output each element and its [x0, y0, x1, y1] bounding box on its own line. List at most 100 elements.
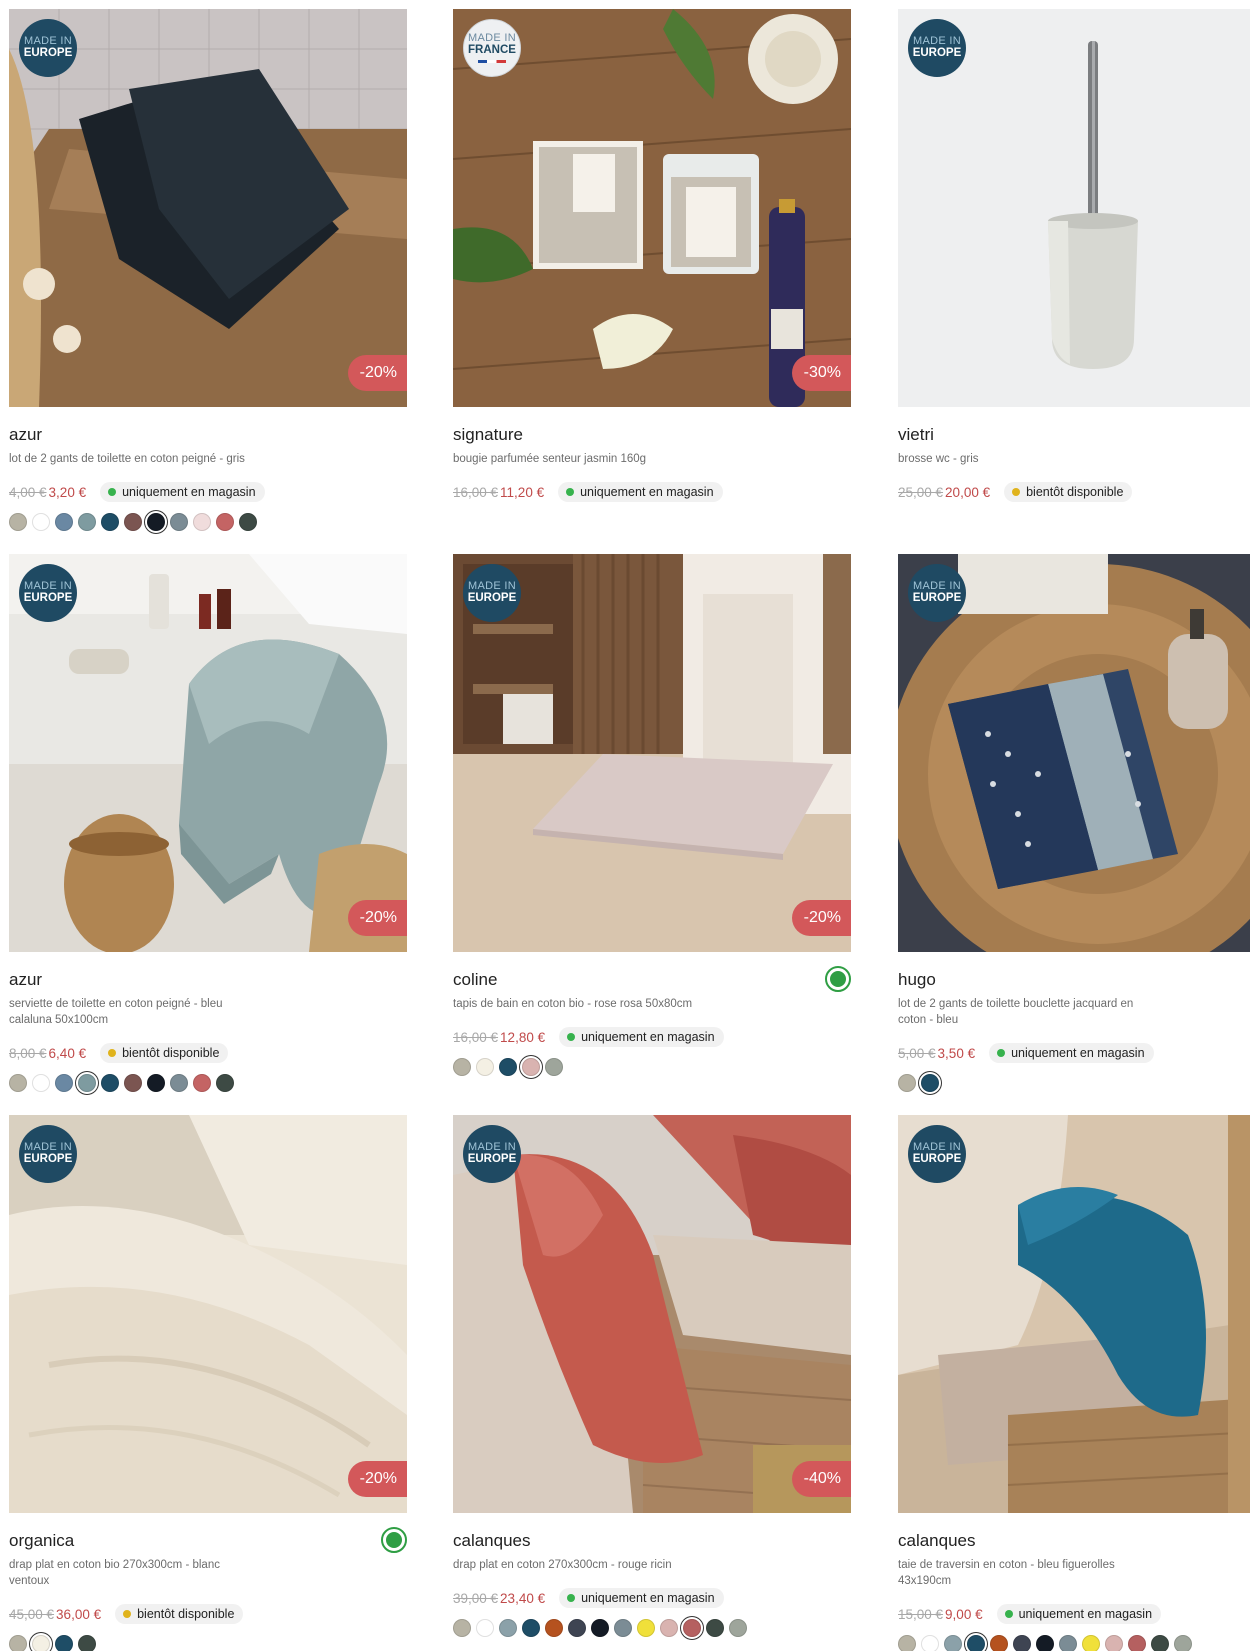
color-swatch[interactable]: [1128, 1635, 1146, 1651]
product-card[interactable]: MADE IN EUROPE -40% calanques drap plat en c…: [453, 1115, 851, 1639]
color-swatch[interactable]: [193, 1074, 211, 1092]
color-swatch[interactable]: [78, 513, 96, 531]
product-name[interactable]: coline: [453, 970, 851, 990]
color-swatch[interactable]: [453, 1619, 471, 1637]
availability-dot-icon: [1012, 488, 1021, 496]
color-swatch[interactable]: [9, 1074, 27, 1092]
color-swatch[interactable]: [1151, 1635, 1169, 1651]
color-swatch[interactable]: [32, 1074, 50, 1092]
color-swatch[interactable]: [476, 1619, 494, 1637]
color-swatch[interactable]: [453, 1058, 471, 1076]
color-swatch[interactable]: [1174, 1635, 1192, 1651]
color-swatch[interactable]: [216, 1074, 234, 1092]
color-swatch[interactable]: [55, 1635, 73, 1651]
price-line: 45,00 €36,00 € bientôt disponible: [9, 1603, 407, 1625]
color-swatch[interactable]: [239, 513, 257, 531]
color-swatch[interactable]: [499, 1619, 517, 1637]
product-card[interactable]: MADE IN EUROPE -20% azur serviette de toilet…: [9, 554, 407, 1094]
availability-label: uniquement en magasin: [1011, 1046, 1145, 1060]
color-swatch[interactable]: [55, 513, 73, 531]
product-name[interactable]: signature: [453, 425, 851, 445]
product-card[interactable]: MADE IN EUROPE vietri brosse wc - gris 25,00…: [898, 9, 1250, 503]
color-swatch[interactable]: [591, 1619, 609, 1637]
product-description: drap plat en coton 270x300cm - rouge ric…: [453, 1559, 672, 1571]
color-swatch[interactable]: [706, 1619, 724, 1637]
color-swatch[interactable]: [78, 1074, 96, 1092]
product-name[interactable]: azur: [9, 970, 407, 990]
color-swatch[interactable]: [1036, 1635, 1054, 1651]
color-swatch[interactable]: [193, 513, 211, 531]
color-swatch[interactable]: [1105, 1635, 1123, 1651]
availability-label: uniquement en magasin: [1018, 1607, 1153, 1621]
product-card[interactable]: MADE IN FRANCE -30% signature bougie parfumé…: [453, 9, 851, 503]
color-swatch[interactable]: [216, 513, 234, 531]
color-swatch[interactable]: [568, 1619, 586, 1637]
color-swatch[interactable]: [898, 1635, 916, 1651]
color-swatch[interactable]: [921, 1074, 939, 1092]
color-swatch[interactable]: [32, 1635, 50, 1651]
color-swatch[interactable]: [637, 1619, 655, 1637]
color-swatch[interactable]: [944, 1635, 962, 1651]
color-swatch[interactable]: [124, 1074, 142, 1092]
product-image[interactable]: MADE IN EUROPE -20%: [9, 554, 407, 952]
product-image[interactable]: MADE IN EUROPE -20%: [453, 554, 851, 952]
color-swatch[interactable]: [476, 1058, 494, 1076]
color-swatches: [9, 1633, 407, 1651]
product-image[interactable]: MADE IN EUROPE -20%: [9, 9, 407, 407]
old-price: 25,00 €: [898, 484, 944, 500]
color-swatch[interactable]: [101, 1074, 119, 1092]
product-image[interactable]: MADE IN FRANCE -30%: [453, 9, 851, 407]
color-swatch[interactable]: [170, 1074, 188, 1092]
product-image[interactable]: MADE IN EUROPE -40%: [453, 1115, 851, 1513]
product-name[interactable]: azur: [9, 425, 407, 445]
color-swatch[interactable]: [522, 1619, 540, 1637]
color-swatch[interactable]: [1082, 1635, 1100, 1651]
product-card[interactable]: MADE IN EUROPE -20% coline tapis de bain en …: [453, 554, 851, 1078]
color-swatch[interactable]: [921, 1635, 939, 1651]
product-image[interactable]: MADE IN EUROPE -20%: [9, 1115, 407, 1513]
color-swatch[interactable]: [9, 1635, 27, 1651]
product-card[interactable]: MADE IN EUROPE -20% azur lot de 2 gants de t…: [9, 9, 407, 533]
product-image[interactable]: MADE IN EUROPE: [898, 554, 1250, 952]
color-swatch[interactable]: [101, 513, 119, 531]
product-name[interactable]: calanques: [453, 1531, 851, 1551]
product-name[interactable]: hugo: [898, 970, 1250, 990]
color-swatch[interactable]: [522, 1058, 540, 1076]
color-swatch[interactable]: [990, 1635, 1008, 1651]
color-swatch[interactable]: [499, 1058, 517, 1076]
french-flag-icon: [478, 59, 506, 63]
color-swatch[interactable]: [32, 513, 50, 531]
availability-dot-icon: [108, 1049, 117, 1057]
color-swatch[interactable]: [683, 1619, 701, 1637]
color-swatch[interactable]: [147, 1074, 165, 1092]
color-swatch[interactable]: [729, 1619, 747, 1637]
color-swatch[interactable]: [1059, 1635, 1077, 1651]
color-swatch[interactable]: [545, 1058, 563, 1076]
price-line: 8,00 €6,40 € bientôt disponible: [9, 1042, 407, 1064]
product-image[interactable]: MADE IN EUROPE: [898, 1115, 1250, 1513]
product-card[interactable]: MADE IN EUROPE -20% organica drap plat en co…: [9, 1115, 407, 1651]
color-swatch[interactable]: [898, 1074, 916, 1092]
origin-label: EUROPE: [23, 1153, 73, 1166]
color-swatch[interactable]: [967, 1635, 985, 1651]
sale-price: 36,00 €: [56, 1606, 102, 1622]
color-swatch[interactable]: [55, 1074, 73, 1092]
color-swatches: [9, 1072, 407, 1094]
product-name[interactable]: calanques: [898, 1531, 1250, 1551]
color-swatch[interactable]: [545, 1619, 563, 1637]
color-swatch[interactable]: [614, 1619, 632, 1637]
color-swatch[interactable]: [1013, 1635, 1031, 1651]
made-in-label: MADE IN: [24, 1141, 72, 1154]
color-swatch[interactable]: [660, 1619, 678, 1637]
color-swatch[interactable]: [78, 1635, 96, 1651]
color-swatch[interactable]: [147, 513, 165, 531]
color-swatch[interactable]: [170, 513, 188, 531]
product-image[interactable]: MADE IN EUROPE: [898, 9, 1250, 407]
color-swatch[interactable]: [9, 513, 27, 531]
product-card[interactable]: MADE IN EUROPE hugo lot de 2 gants de toile…: [898, 554, 1250, 1094]
availability-dot-icon: [566, 488, 575, 496]
color-swatch[interactable]: [124, 513, 142, 531]
product-card[interactable]: MADE IN EUROPE calanques taie de traversin …: [898, 1115, 1250, 1651]
product-name[interactable]: organica: [9, 1531, 407, 1551]
product-name[interactable]: vietri: [898, 425, 1250, 445]
